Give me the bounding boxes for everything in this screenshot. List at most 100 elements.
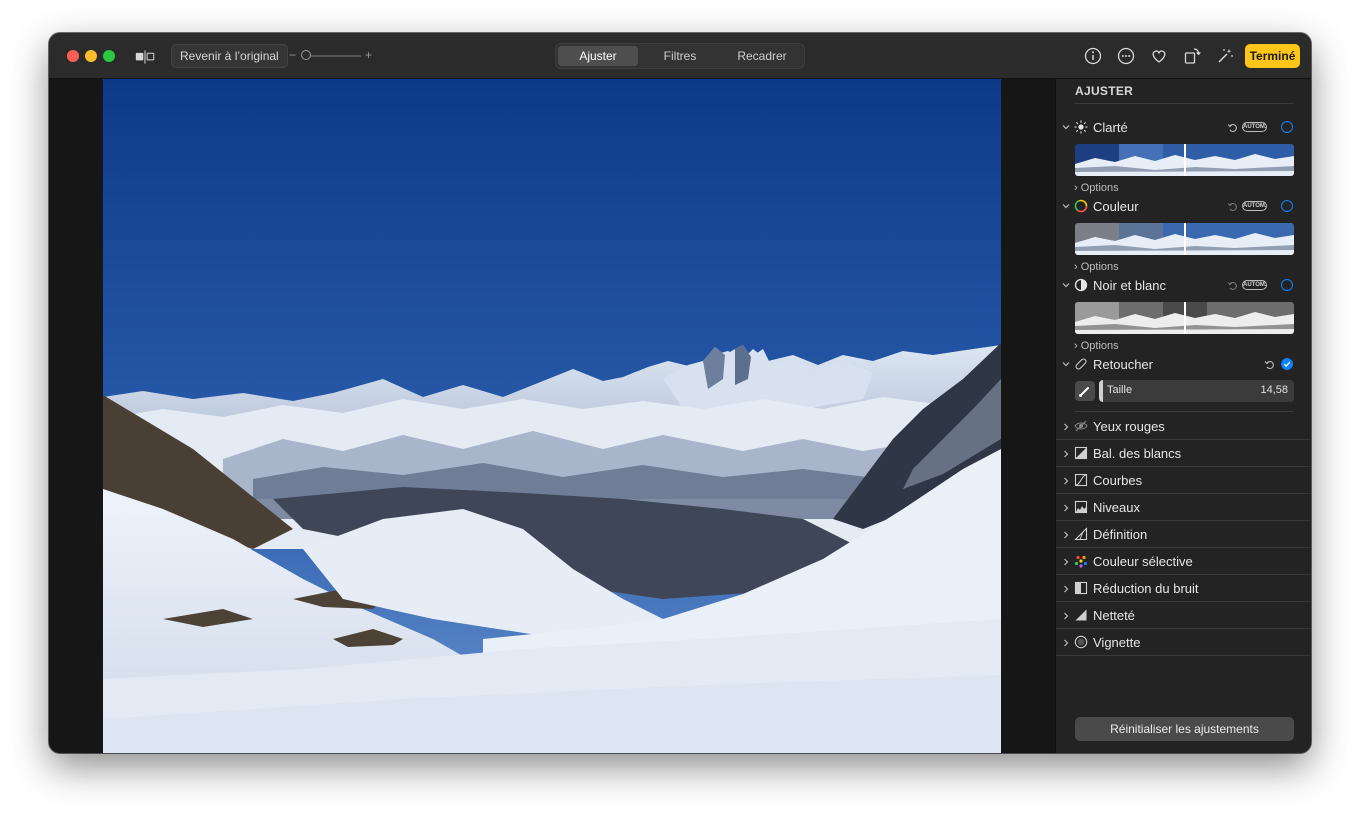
chevron-right-icon[interactable]: [1061, 476, 1071, 486]
color-circle-icon: [1074, 199, 1088, 213]
noise-reduction-icon: [1074, 581, 1088, 595]
sidebar-title: AJUSTER: [1075, 84, 1134, 98]
section-label: Yeux rouges: [1093, 419, 1165, 434]
adjust-sidebar: AJUSTER Clarté AUTOM. › Options Couleur …: [1055, 79, 1311, 753]
color-preview-strip[interactable]: [1075, 223, 1294, 255]
chevron-down-icon[interactable]: [1061, 280, 1071, 290]
photos-window: Revenir à l’original − + Ajuster Filtres…: [49, 33, 1311, 753]
clarity-options-toggle[interactable]: › Options: [1074, 182, 1119, 194]
undo-icon[interactable]: [1227, 280, 1238, 291]
section-levels[interactable]: Niveaux: [1056, 495, 1311, 521]
chevron-right-icon[interactable]: [1061, 530, 1071, 540]
clarity-preview-strip[interactable]: [1075, 144, 1294, 176]
chevron-down-icon[interactable]: [1061, 201, 1071, 211]
chevron-right-icon[interactable]: [1061, 557, 1071, 567]
undo-icon[interactable]: [1264, 359, 1275, 370]
toolbar: Revenir à l’original − + Ajuster Filtres…: [49, 33, 1311, 79]
color-options-toggle[interactable]: › Options: [1074, 261, 1119, 273]
brush-button[interactable]: [1075, 381, 1095, 401]
undo-icon[interactable]: [1227, 122, 1238, 133]
done-button[interactable]: Terminé: [1245, 44, 1300, 68]
section-retouch[interactable]: Retoucher: [1056, 356, 1311, 374]
brush-size-label: Taille: [1107, 384, 1133, 396]
section-white-balance[interactable]: Bal. des blancs: [1056, 441, 1311, 467]
auto-button[interactable]: AUTOM.: [1242, 122, 1267, 132]
brush-icon: [1079, 387, 1089, 397]
section-label: Niveaux: [1093, 500, 1140, 515]
zoom-out-icon[interactable]: −: [289, 48, 296, 62]
photo-viewer: [49, 79, 1055, 753]
chevron-right-icon[interactable]: [1061, 422, 1071, 432]
rotate-icon[interactable]: [1182, 46, 1202, 66]
divider: [1075, 103, 1293, 104]
bandage-icon: [1075, 358, 1087, 370]
section-label: Courbes: [1093, 473, 1143, 488]
reset-adjustments-button[interactable]: Réinitialiser les ajustements: [1075, 717, 1294, 741]
zoom-slider-knob[interactable]: [301, 50, 311, 60]
section-definition[interactable]: Définition: [1056, 522, 1311, 548]
heart-icon[interactable]: [1149, 46, 1169, 66]
half-circle-icon: [1074, 278, 1088, 292]
tab-adjust[interactable]: Ajuster: [558, 46, 638, 66]
undo-icon[interactable]: [1227, 201, 1238, 212]
section-label: Retoucher: [1093, 357, 1153, 372]
zoom-in-icon[interactable]: +: [365, 48, 372, 62]
section-curves[interactable]: Courbes: [1056, 468, 1311, 494]
tab-crop[interactable]: Recadrer: [722, 46, 802, 66]
section-noise-reduction[interactable]: Réduction du bruit: [1056, 576, 1311, 602]
chevron-right-icon[interactable]: [1061, 638, 1071, 648]
definition-icon: [1074, 527, 1088, 541]
section-label: Netteté: [1093, 608, 1135, 623]
close-window-button[interactable]: [67, 50, 79, 62]
chevron-right-icon[interactable]: [1061, 584, 1071, 594]
section-clarity[interactable]: Clarté AUTOM.: [1056, 119, 1311, 137]
section-label: Clarté: [1093, 120, 1128, 135]
chevron-down-icon[interactable]: [1061, 359, 1071, 369]
tab-filters[interactable]: Filtres: [640, 46, 720, 66]
enable-checkbox[interactable]: [1281, 200, 1293, 212]
eye-icon: [1074, 420, 1088, 432]
section-selective-color[interactable]: Couleur sélective: [1056, 549, 1311, 575]
brush-size-value: 14,58: [1260, 384, 1288, 396]
section-label: Définition: [1093, 527, 1148, 542]
enable-checkbox[interactable]: [1281, 121, 1293, 133]
levels-icon: [1074, 500, 1088, 514]
section-vignette[interactable]: Vignette: [1056, 630, 1311, 656]
options-label: Options: [1080, 261, 1119, 273]
auto-button[interactable]: AUTOM.: [1242, 280, 1267, 290]
section-black-white[interactable]: Noir et blanc AUTOM.: [1056, 277, 1311, 295]
section-label: Couleur sélective: [1093, 554, 1193, 569]
auto-button[interactable]: AUTOM.: [1242, 201, 1267, 211]
zoom-window-button[interactable]: [103, 50, 115, 62]
brush-size-fill: [1099, 380, 1103, 402]
enabled-check-icon[interactable]: [1281, 358, 1293, 370]
section-sharpen[interactable]: Netteté: [1056, 603, 1311, 629]
selective-color-icon: [1074, 555, 1088, 568]
section-label: Réduction du bruit: [1093, 581, 1199, 596]
zoom-slider[interactable]: [301, 50, 361, 60]
mountain-photo[interactable]: [103, 79, 1001, 753]
black-white-options-toggle[interactable]: › Options: [1074, 340, 1119, 352]
section-red-eye[interactable]: Yeux rouges: [1056, 414, 1311, 440]
section-label: Vignette: [1093, 635, 1141, 650]
sharpen-icon: [1075, 609, 1087, 621]
mode-tabs: Ajuster Filtres Recadrer: [555, 43, 805, 69]
info-icon[interactable]: [1083, 46, 1103, 66]
magic-wand-icon[interactable]: [1215, 46, 1235, 66]
section-label: Bal. des blancs: [1093, 446, 1182, 461]
section-color[interactable]: Couleur AUTOM.: [1056, 198, 1311, 216]
revert-to-original-button[interactable]: Revenir à l’original: [171, 44, 288, 68]
minimize-window-button[interactable]: [85, 50, 97, 62]
chevron-right-icon[interactable]: [1061, 449, 1071, 459]
chevron-right-icon[interactable]: [1061, 611, 1071, 621]
enable-checkbox[interactable]: [1281, 279, 1293, 291]
section-label: Couleur: [1093, 199, 1139, 214]
more-icon[interactable]: [1116, 46, 1136, 66]
chevron-right-icon[interactable]: [1061, 503, 1071, 513]
section-label: Noir et blanc: [1093, 278, 1166, 293]
options-label: Options: [1080, 340, 1119, 352]
brush-size-slider[interactable]: Taille 14,58: [1099, 380, 1294, 402]
chevron-down-icon[interactable]: [1061, 122, 1071, 132]
before-after-icon[interactable]: [135, 47, 155, 67]
black-white-preview-strip[interactable]: [1075, 302, 1294, 334]
